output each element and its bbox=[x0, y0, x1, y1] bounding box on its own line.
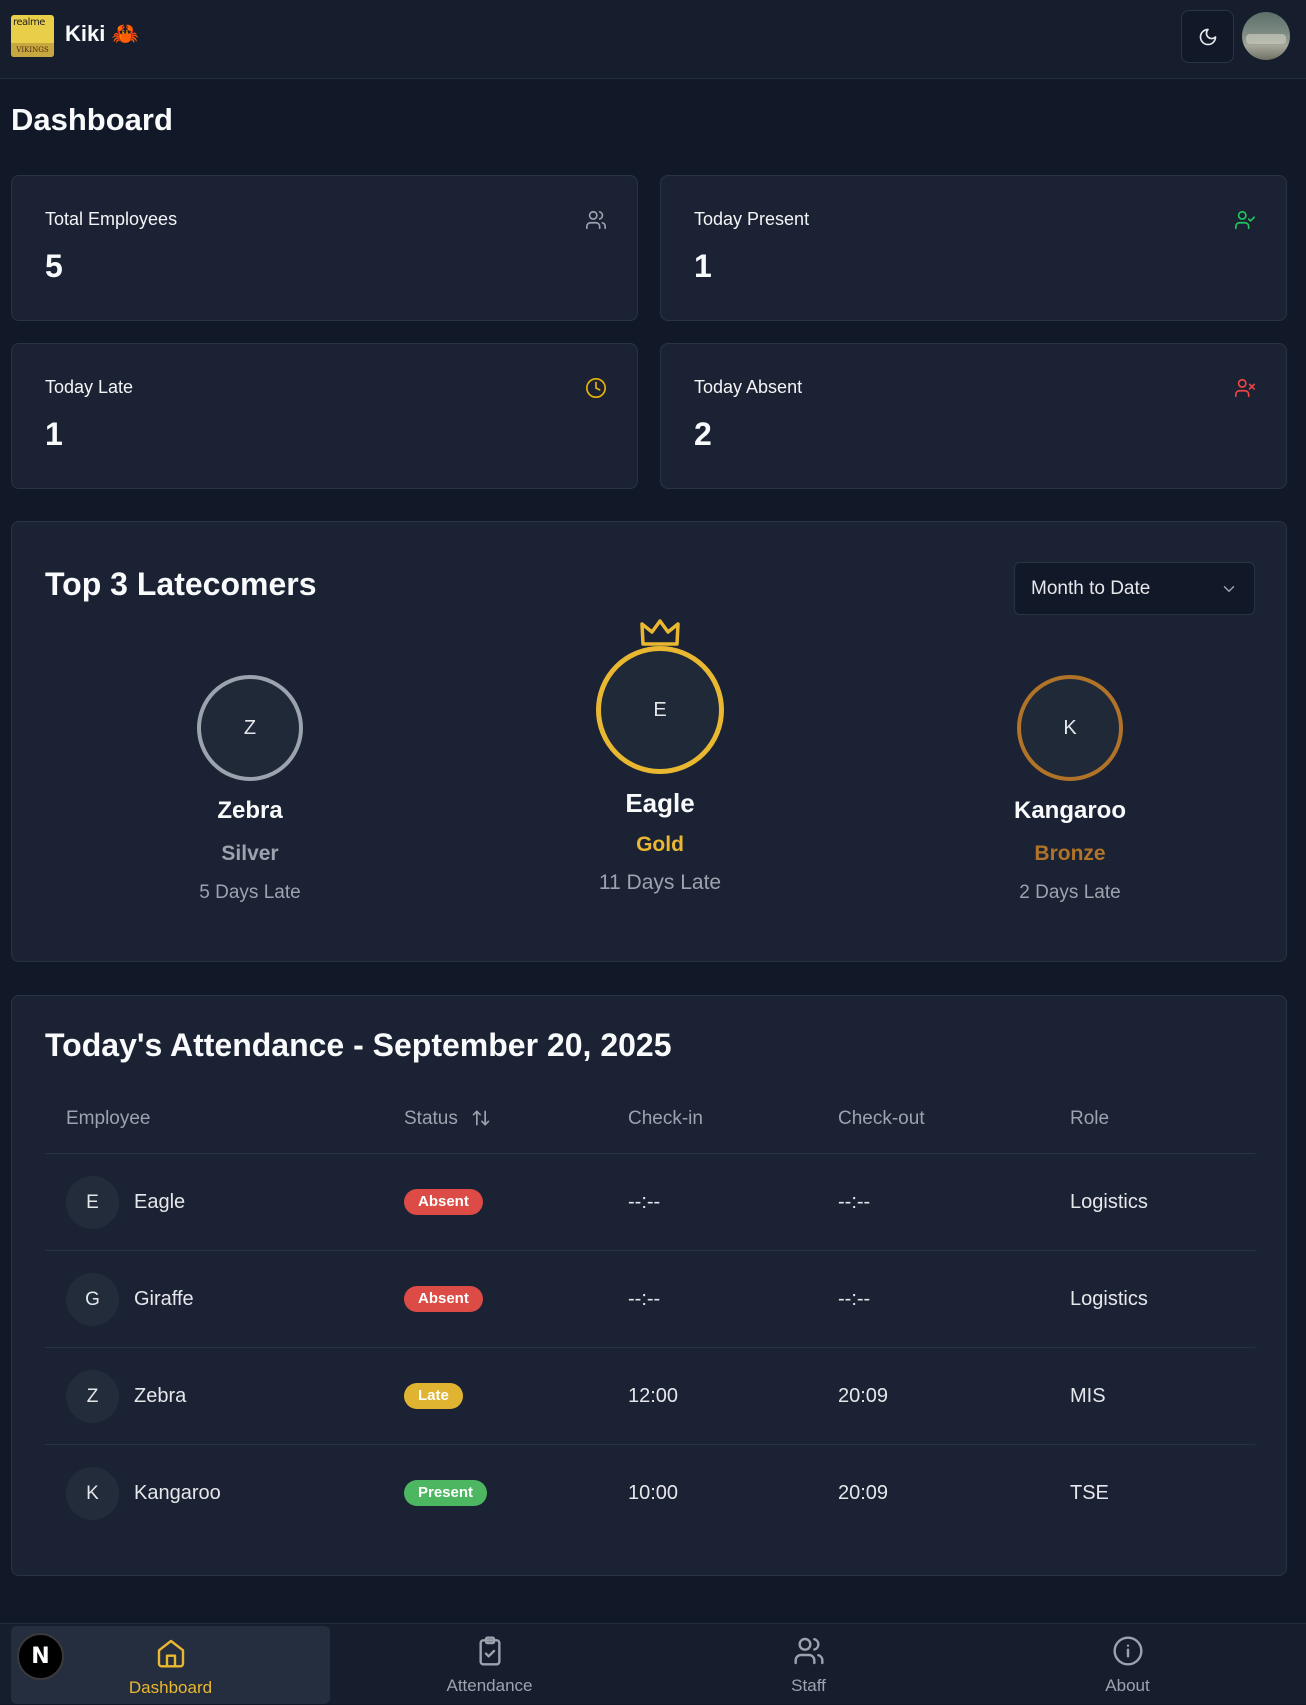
stat-label: Today Late bbox=[45, 377, 134, 397]
column-header-status-label: Status bbox=[404, 1108, 458, 1129]
stat-value: 2 bbox=[694, 416, 712, 452]
column-header-checkin: Check-in bbox=[628, 1108, 703, 1129]
checkout-time: 20:09 bbox=[838, 1482, 889, 1504]
column-header-role: Role bbox=[1070, 1108, 1110, 1129]
clipboard-check-icon bbox=[478, 1636, 501, 1666]
status-badge: Present bbox=[404, 1480, 488, 1506]
employee-role: Logistics bbox=[1070, 1191, 1148, 1213]
stat-label: Today Present bbox=[694, 209, 810, 229]
table-row[interactable]: K Kangaroo Present 10:00 20:09 TSE bbox=[45, 1445, 1255, 1542]
user-avatar[interactable] bbox=[1242, 12, 1290, 60]
clock-icon bbox=[586, 378, 606, 398]
latecomers-panel: Top 3 Latecomers Month to Date Z Zebra S… bbox=[11, 521, 1287, 962]
nav-about[interactable]: About bbox=[968, 1624, 1287, 1705]
status-badge: Absent bbox=[404, 1286, 483, 1312]
app-logo[interactable]: realme VIKINGS bbox=[11, 15, 54, 57]
sort-icon bbox=[472, 1110, 490, 1126]
attendance-panel: Today's Attendance - September 20, 2025 … bbox=[11, 995, 1287, 1576]
employee-role: MIS bbox=[1070, 1385, 1106, 1407]
podium-bronze[interactable]: K Kangaroo Bronze 2 Days Late bbox=[960, 675, 1180, 904]
logo-text-bottom: VIKINGS bbox=[11, 43, 54, 57]
stat-label: Today Absent bbox=[694, 377, 803, 397]
dev-tools-badge[interactable]: N bbox=[17, 1633, 64, 1680]
moon-icon bbox=[1199, 28, 1216, 45]
stat-label: Total Employees bbox=[45, 209, 178, 229]
podium-avatar: K bbox=[1017, 675, 1123, 781]
podium-days-late: 5 Days Late bbox=[199, 882, 301, 903]
stat-card-today-late: Today Late 1 bbox=[11, 343, 638, 489]
podium-days-late: 11 Days Late bbox=[598, 871, 722, 894]
nav-label: Dashboard bbox=[128, 1678, 213, 1697]
table-row[interactable]: E Eagle Absent --:-- --:-- Logistics bbox=[45, 1154, 1255, 1251]
checkout-time: --:-- bbox=[838, 1288, 871, 1310]
podium-silver[interactable]: Z Zebra Silver 5 Days Late bbox=[150, 675, 350, 904]
employee-role: TSE bbox=[1070, 1482, 1109, 1504]
info-icon bbox=[1112, 1636, 1143, 1666]
chevron-down-icon bbox=[1223, 586, 1235, 592]
logo-text-top: realme bbox=[13, 17, 45, 28]
home-icon bbox=[157, 1639, 184, 1668]
period-select-value: Month to Date bbox=[1031, 578, 1151, 599]
podium-rank: Bronze bbox=[1034, 842, 1106, 865]
podium-gold[interactable]: E Eagle Gold 11 Days Late bbox=[550, 618, 770, 895]
period-select[interactable]: Month to Date bbox=[1014, 562, 1255, 615]
user-check-icon bbox=[1235, 210, 1255, 230]
column-header-status[interactable]: Status bbox=[404, 1108, 491, 1130]
employee-name: Zebra bbox=[134, 1385, 187, 1407]
stat-card-total-employees: Total Employees 5 bbox=[11, 175, 638, 321]
podium-name: Eagle bbox=[625, 788, 695, 818]
checkin-time: --:-- bbox=[628, 1288, 661, 1310]
employee-name: Giraffe bbox=[134, 1288, 194, 1310]
podium-avatar: Z bbox=[197, 675, 303, 781]
employee-role: Logistics bbox=[1070, 1288, 1148, 1310]
crown-icon bbox=[640, 619, 680, 646]
stat-card-today-present: Today Present 1 bbox=[660, 175, 1287, 321]
podium-name: Kangaroo bbox=[1013, 797, 1126, 824]
stat-value: 5 bbox=[45, 248, 63, 284]
attendance-title: Today's Attendance - September 20, 2025 bbox=[45, 1027, 672, 1063]
table-header: Employee Status Check-in Check-out Role bbox=[45, 1084, 1255, 1154]
stat-card-today-absent: Today Absent 2 bbox=[660, 343, 1287, 489]
column-header-checkout: Check-out bbox=[838, 1108, 925, 1129]
checkin-time: 10:00 bbox=[628, 1482, 679, 1504]
checkout-time: 20:09 bbox=[838, 1385, 889, 1407]
nav-attendance[interactable]: Attendance bbox=[330, 1624, 649, 1705]
nav-label: Attendance bbox=[446, 1676, 533, 1695]
employee-avatar: K bbox=[66, 1467, 119, 1520]
theme-toggle-button[interactable] bbox=[1181, 10, 1234, 63]
employee-avatar: G bbox=[66, 1273, 119, 1326]
top-bar: realme VIKINGS Kiki 🦀 bbox=[0, 0, 1306, 79]
user-x-icon bbox=[1235, 378, 1255, 398]
employee-avatar: E bbox=[66, 1176, 119, 1229]
podium-days-late: 2 Days Late bbox=[1019, 882, 1121, 903]
stat-value: 1 bbox=[45, 416, 63, 452]
status-badge: Late bbox=[404, 1383, 463, 1409]
users-icon bbox=[586, 210, 606, 230]
nav-staff[interactable]: Staff bbox=[649, 1624, 968, 1705]
stat-value: 1 bbox=[694, 248, 712, 284]
bottom-nav: Dashboard Attendance Staff About bbox=[0, 1623, 1306, 1704]
brand-name: Kiki 🦀 bbox=[65, 21, 139, 46]
podium-name: Zebra bbox=[217, 797, 283, 824]
checkin-time: --:-- bbox=[628, 1191, 661, 1213]
nav-label: About bbox=[1105, 1676, 1150, 1695]
employee-name: Kangaroo bbox=[134, 1482, 221, 1504]
users-icon bbox=[793, 1637, 824, 1665]
column-header-employee: Employee bbox=[66, 1108, 151, 1129]
table-row[interactable]: G Giraffe Absent --:-- --:-- Logistics bbox=[45, 1251, 1255, 1348]
podium-rank: Gold bbox=[636, 833, 684, 856]
employee-avatar: Z bbox=[66, 1370, 119, 1423]
checkin-time: 12:00 bbox=[628, 1385, 679, 1407]
page-title: Dashboard bbox=[11, 102, 173, 137]
table-row[interactable]: Z Zebra Late 12:00 20:09 MIS bbox=[45, 1348, 1255, 1445]
nav-label: Staff bbox=[791, 1676, 826, 1695]
employee-name: Eagle bbox=[134, 1191, 186, 1213]
latecomers-title: Top 3 Latecomers bbox=[45, 566, 317, 602]
podium-rank: Silver bbox=[221, 842, 279, 865]
podium-avatar: E bbox=[596, 646, 724, 774]
status-badge: Absent bbox=[404, 1189, 483, 1215]
checkout-time: --:-- bbox=[838, 1191, 871, 1213]
